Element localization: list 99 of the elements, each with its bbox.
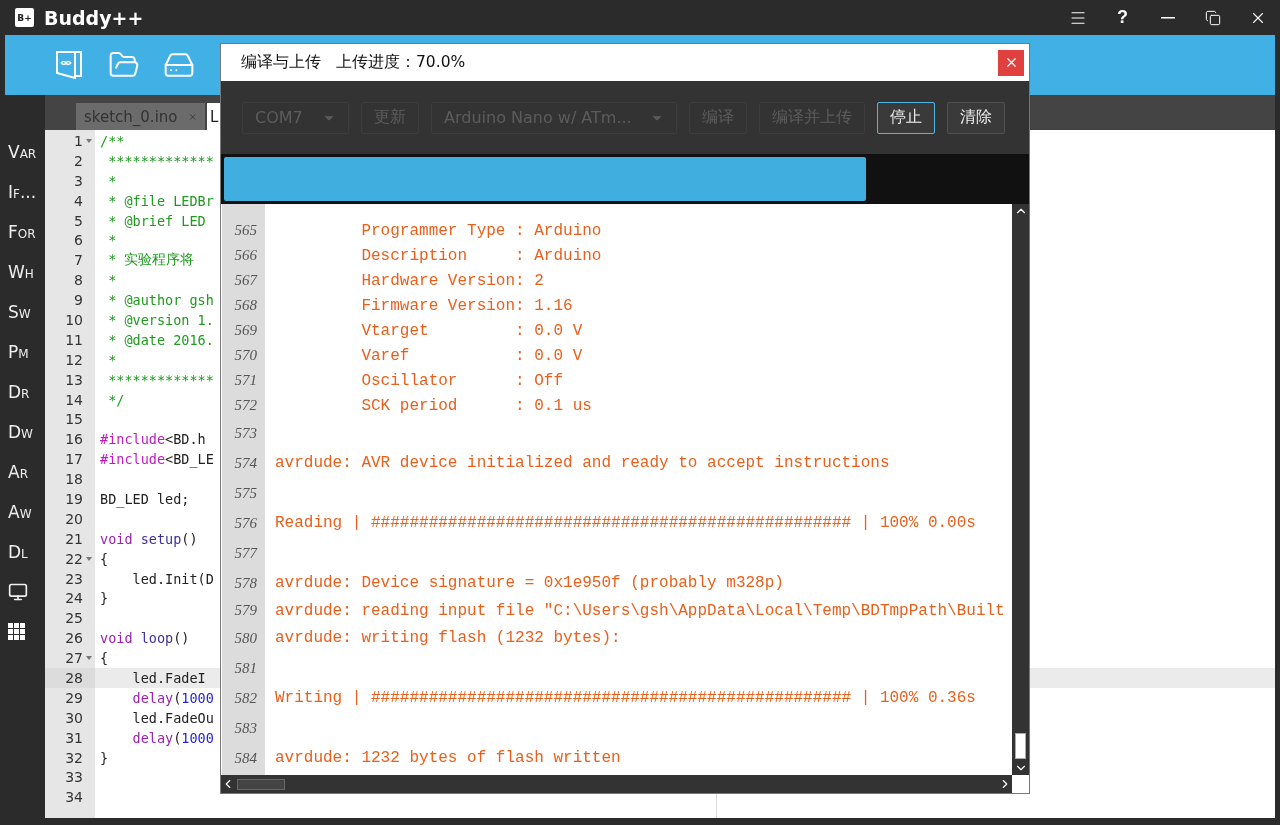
dialog-title: 编译与上传 xyxy=(241,52,321,73)
sidebar-item[interactable]: Dw xyxy=(5,412,45,452)
line-number: 575 xyxy=(233,483,258,503)
log-line: avrdude: Device signature = 0x1e950f (probably m328p) xyxy=(275,574,784,592)
log-line: Hardware Version: 2 xyxy=(360,271,544,290)
log-line: Oscillator : Off xyxy=(360,371,564,390)
line-number: 577 xyxy=(233,543,259,563)
code-text: * xyxy=(107,272,117,289)
code-text: * @date 2016. xyxy=(107,331,214,348)
code-text: { xyxy=(100,650,109,667)
sidebar-item[interactable]: Aw xyxy=(5,492,45,532)
code-text: * xyxy=(107,172,117,189)
code-text: * @version 1. xyxy=(107,311,214,328)
code-text: setup xyxy=(139,530,182,547)
line-number: 579 xyxy=(233,601,258,620)
line-number: 578 xyxy=(233,573,258,593)
scroll-thumb[interactable] xyxy=(237,778,285,790)
sidebar-item[interactable]: Var xyxy=(5,132,45,172)
line-number: 572 xyxy=(233,396,258,415)
sidebar-item[interactable]: Ar xyxy=(5,452,45,492)
log-line: Vtarget : 0.0 V xyxy=(360,321,583,340)
code-text: ************* xyxy=(107,152,214,169)
code-text: void xyxy=(100,630,133,647)
dialog-button[interactable]: 清除 xyxy=(947,101,1005,134)
code-text: * xyxy=(107,351,117,368)
code-text: void xyxy=(100,530,133,547)
line-number: 582 xyxy=(233,688,258,708)
close-button[interactable] xyxy=(998,49,1024,76)
log-line: Varef : 0.0 V xyxy=(360,346,583,365)
sidebar-item[interactable]: Pm xyxy=(5,332,45,372)
log-line: SCK period : 0.1 us xyxy=(360,396,592,415)
app-logo: B+ xyxy=(15,8,34,27)
code-text: loop xyxy=(139,630,174,647)
sidebar-item[interactable]: Dl xyxy=(5,532,45,572)
log-line: Reading | ################################################## | 100% 0.00s xyxy=(275,514,976,532)
line-number: 570 xyxy=(233,346,258,365)
upload-progress-text: 上传进度：70.0% xyxy=(336,52,466,73)
scrollbar-corner xyxy=(1012,775,1029,793)
code-text: * xyxy=(107,232,117,249)
dialog-button[interactable]: 停止 xyxy=(877,101,935,134)
code-text: BD_LED led; xyxy=(100,490,190,507)
code-text: () xyxy=(173,630,190,647)
minimize-icon xyxy=(1160,16,1175,19)
code-text: #include xyxy=(100,451,166,468)
window-title: Buddy++ xyxy=(44,6,145,29)
code-text: delay xyxy=(131,689,174,706)
sidebar-item[interactable]: For xyxy=(5,212,45,252)
line-number: 567 xyxy=(233,271,259,290)
line-number: 584 xyxy=(233,748,258,768)
log-line: avrdude: 1232 bytes of flash written xyxy=(275,749,621,767)
help-button[interactable]: ? xyxy=(1100,0,1145,35)
line-number: 568 xyxy=(233,296,258,315)
code-text: #include xyxy=(100,431,166,448)
code-text: delay xyxy=(131,729,174,746)
code-text: /** xyxy=(100,132,125,149)
line-number: 580 xyxy=(233,628,258,648)
code-text: ( xyxy=(173,729,182,746)
log-line: Firmware Version: 1.16 xyxy=(360,296,573,315)
line-number: 574 xyxy=(233,453,258,473)
code-text: * @file LEDBr xyxy=(107,192,214,209)
code-text: () xyxy=(181,530,198,547)
code-text: <BD_LE xyxy=(165,451,214,468)
line-number: 28 xyxy=(45,668,95,688)
sidebar-item[interactable]: If... xyxy=(5,172,45,212)
log-line: avrdude: writing flash (1232 bytes): xyxy=(275,629,621,647)
line-number: 571 xyxy=(233,371,258,390)
log-line: avrdude: reading input file "C:\Users\gsh\AppData\Local\Temp\BDTmpPath\Built xyxy=(275,601,1005,620)
line-number: 583 xyxy=(233,718,258,738)
line-number: 581 xyxy=(233,658,258,678)
scroll-thumb[interactable] xyxy=(1015,733,1026,759)
code-text: 1000 xyxy=(181,689,214,706)
code-text: * @brief LED xyxy=(107,212,206,229)
code-text: { xyxy=(100,550,109,567)
code-text: * @author gsh xyxy=(107,292,214,309)
sidebar-item[interactable]: Wh xyxy=(5,252,45,292)
sidebar-item[interactable]: Dr xyxy=(5,372,45,412)
code-text: led.FadeI xyxy=(131,670,206,686)
log-line: avrdude: AVR device initialized and ready to accept instructions xyxy=(275,454,890,472)
code-text: * 实验程序将 xyxy=(107,251,195,270)
line-number: 569 xyxy=(233,321,258,340)
sidebar-item[interactable]: Sw xyxy=(5,292,45,332)
log-line: Description : Arduino xyxy=(360,246,602,265)
line-number: 573 xyxy=(233,423,258,443)
line-number: 576 xyxy=(233,513,258,533)
log-line: Programmer Type : Arduino xyxy=(360,221,602,240)
code-text: ************* xyxy=(107,371,214,388)
code-text: led.FadeOu xyxy=(131,709,214,726)
code-text: */ xyxy=(107,391,125,408)
code-text: } xyxy=(100,749,109,766)
line-number: 566 xyxy=(233,246,258,265)
log-line: Writing | ################################################## | 100% 0.36s xyxy=(275,689,976,707)
code-text: <BD.h xyxy=(165,431,206,448)
vertical-scrollbar[interactable] xyxy=(1012,204,1029,775)
restore-icon xyxy=(1204,9,1221,26)
code-text: 1000 xyxy=(181,729,214,746)
code-text: } xyxy=(100,590,109,607)
code-text: ( xyxy=(173,689,182,706)
line-number: 565 xyxy=(233,221,258,240)
code-text: led.Init(D xyxy=(131,570,214,587)
